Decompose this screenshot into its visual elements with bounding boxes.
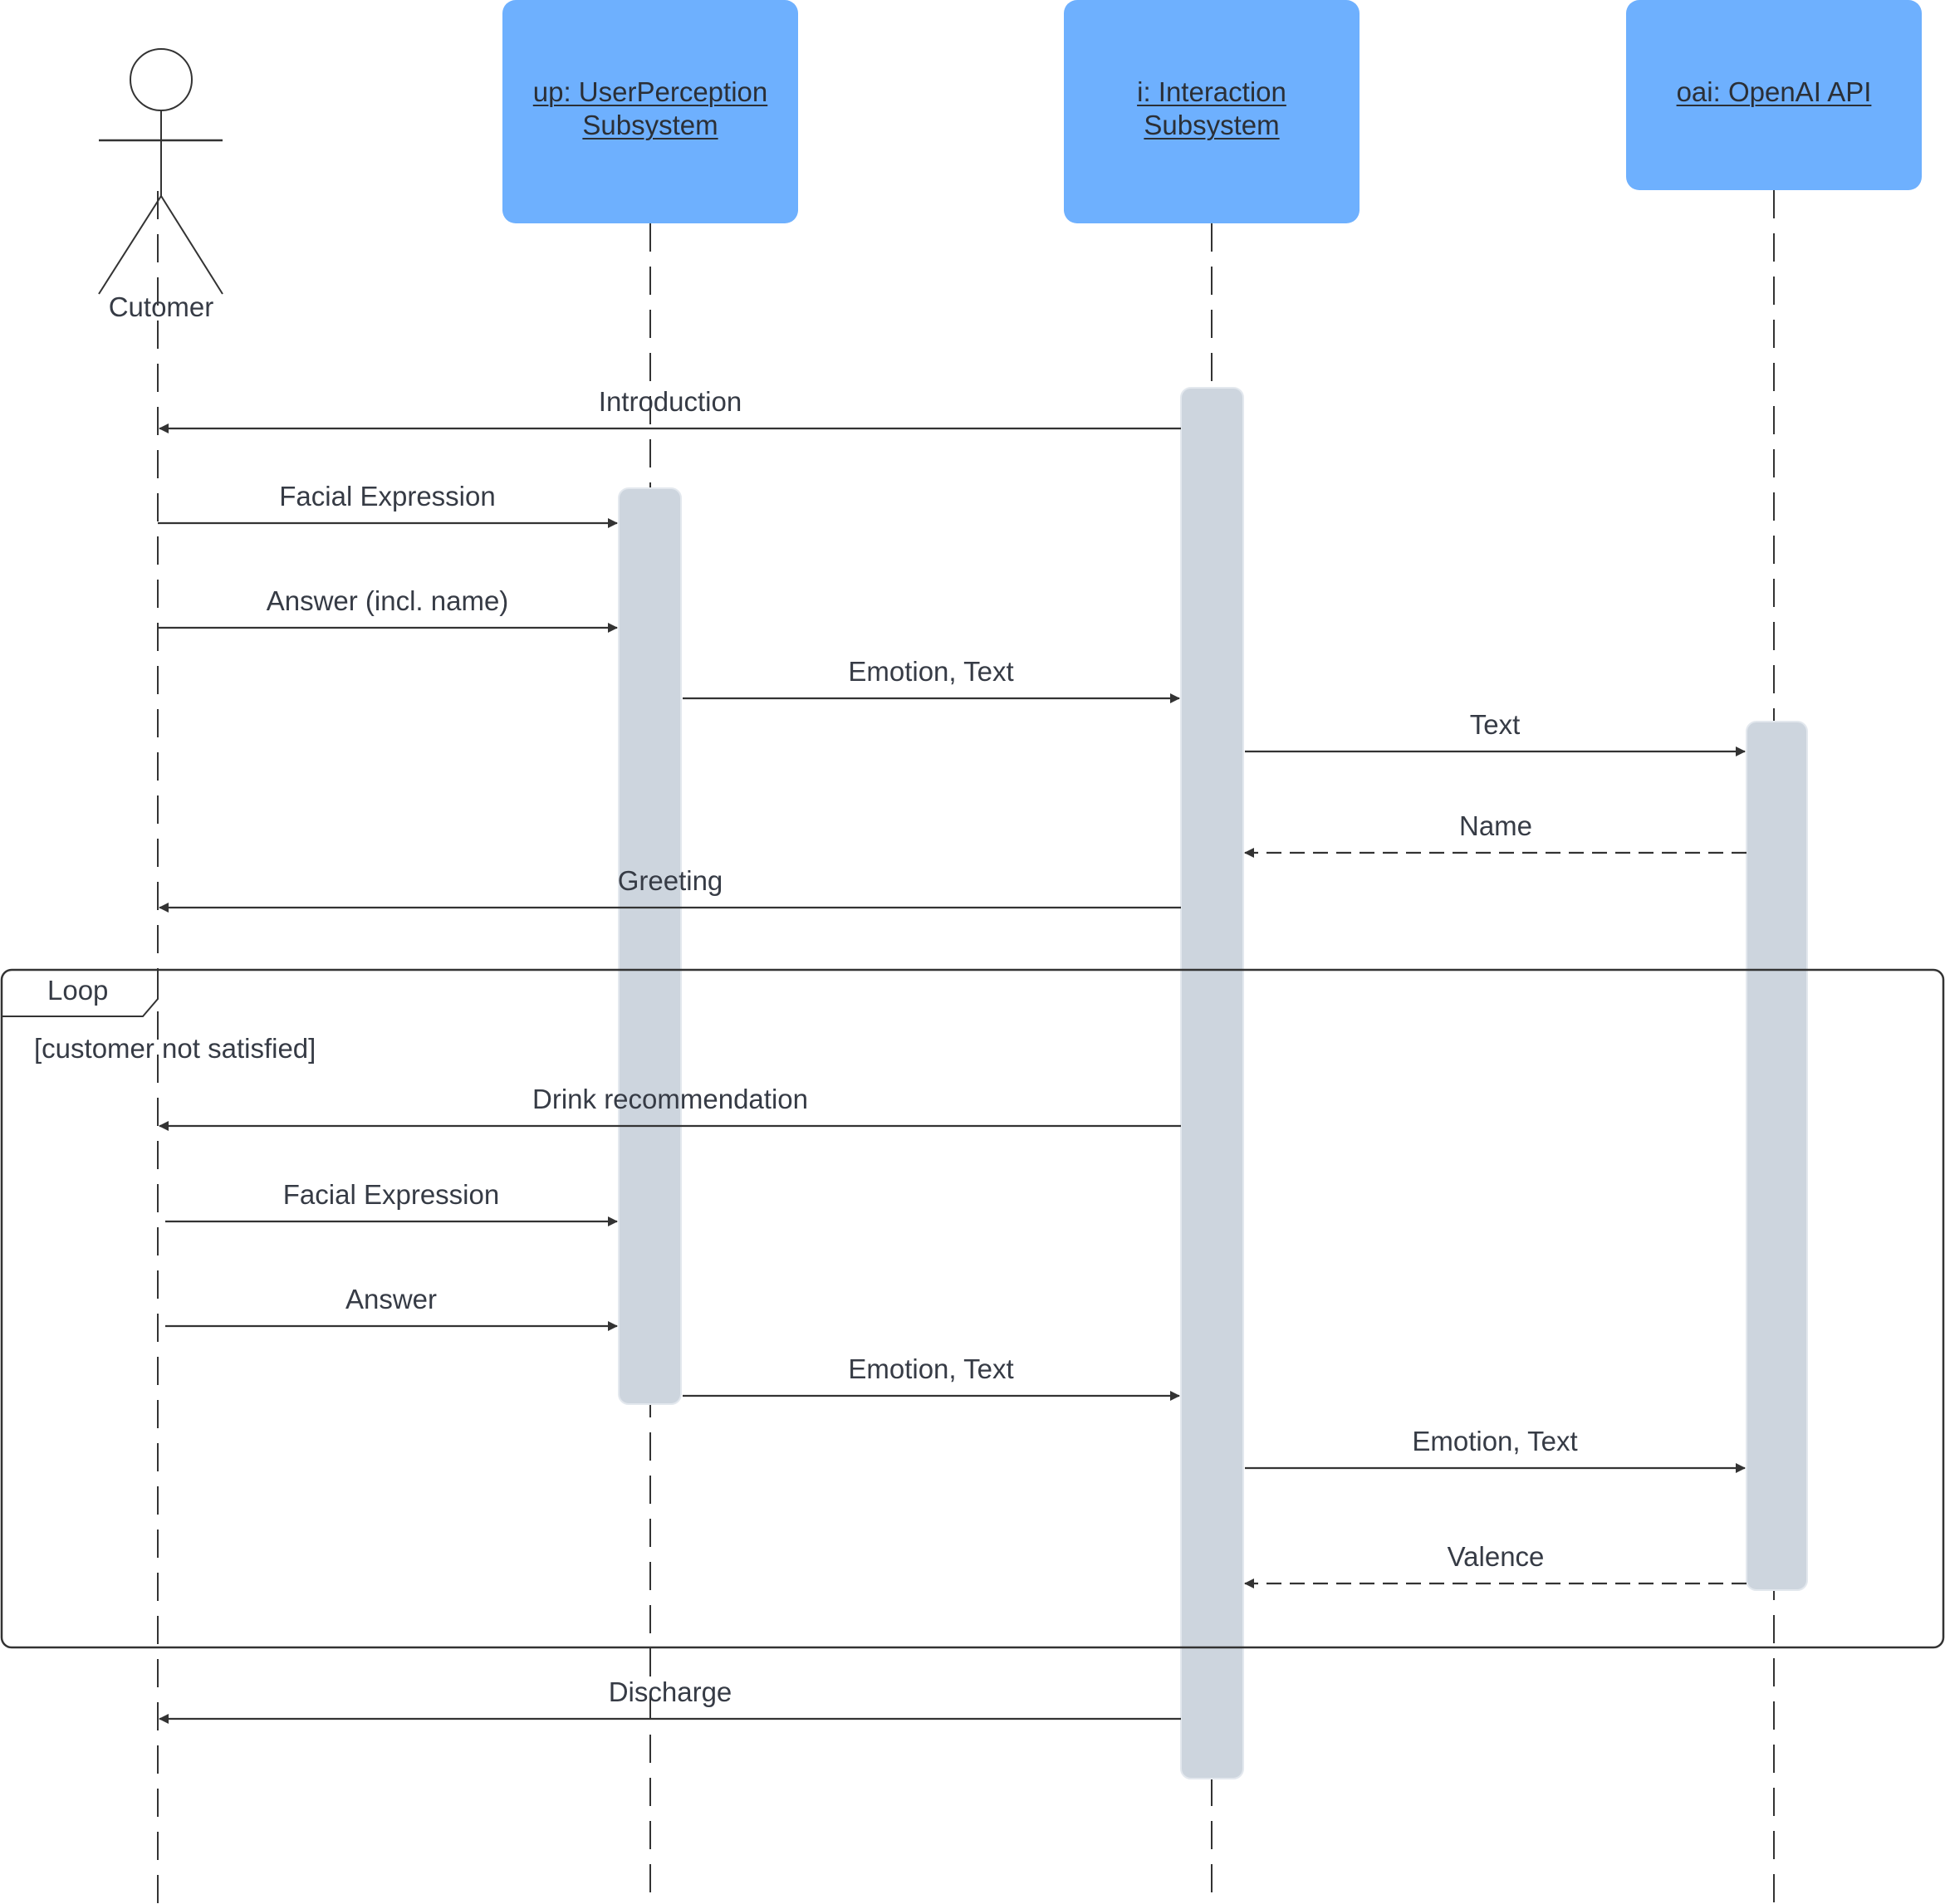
message-label: Emotion, Text <box>848 656 1014 687</box>
message-label: Answer <box>345 1284 438 1314</box>
sequence-diagram <box>0 48 1945 1904</box>
participant-i-label-line1: i: Interaction <box>1137 76 1286 107</box>
participant-i[interactable]: i: Interaction Subsystem <box>1064 0 1360 223</box>
message-label: Facial Expression <box>279 481 496 511</box>
loop-operator-label: Loop <box>47 975 109 1006</box>
actor-customer-label: Cutomer <box>108 291 214 322</box>
participant-i-label-line2: Subsystem <box>1144 110 1280 140</box>
actor-right-leg <box>160 195 223 295</box>
message-label: Name <box>1458 810 1533 841</box>
loop-guard-label: [customer not satisfied] <box>34 1033 316 1064</box>
activation-oai <box>1746 721 1808 1591</box>
participant-up-label-line2: Subsystem <box>582 110 718 140</box>
message-label: Text <box>1469 709 1521 740</box>
participant-up-label-line1: up: UserPerception <box>532 76 768 107</box>
activation-up <box>618 487 682 1405</box>
actor-head <box>130 48 193 111</box>
actor-left-leg <box>98 195 162 295</box>
message-label: Valence <box>1447 1541 1545 1572</box>
message-label: Greeting <box>617 865 723 896</box>
activation-i <box>1180 387 1244 1779</box>
message-label: Emotion, Text <box>848 1353 1014 1384</box>
message-label: Facial Expression <box>282 1179 500 1210</box>
participant-up[interactable]: up: UserPerception Subsystem <box>502 0 798 223</box>
message-label: Emotion, Text <box>1412 1426 1578 1456</box>
message-label: Drink recommendation <box>532 1084 808 1114</box>
participant-oai[interactable]: oai: OpenAI API <box>1626 0 1922 190</box>
message-label: Discharge <box>608 1676 732 1707</box>
participant-oai-label: oai: OpenAI API <box>1676 76 1872 107</box>
message-label: Answer (incl. name) <box>266 585 509 616</box>
message-label: Introduction <box>598 386 742 417</box>
loop-frame <box>0 968 1945 1649</box>
